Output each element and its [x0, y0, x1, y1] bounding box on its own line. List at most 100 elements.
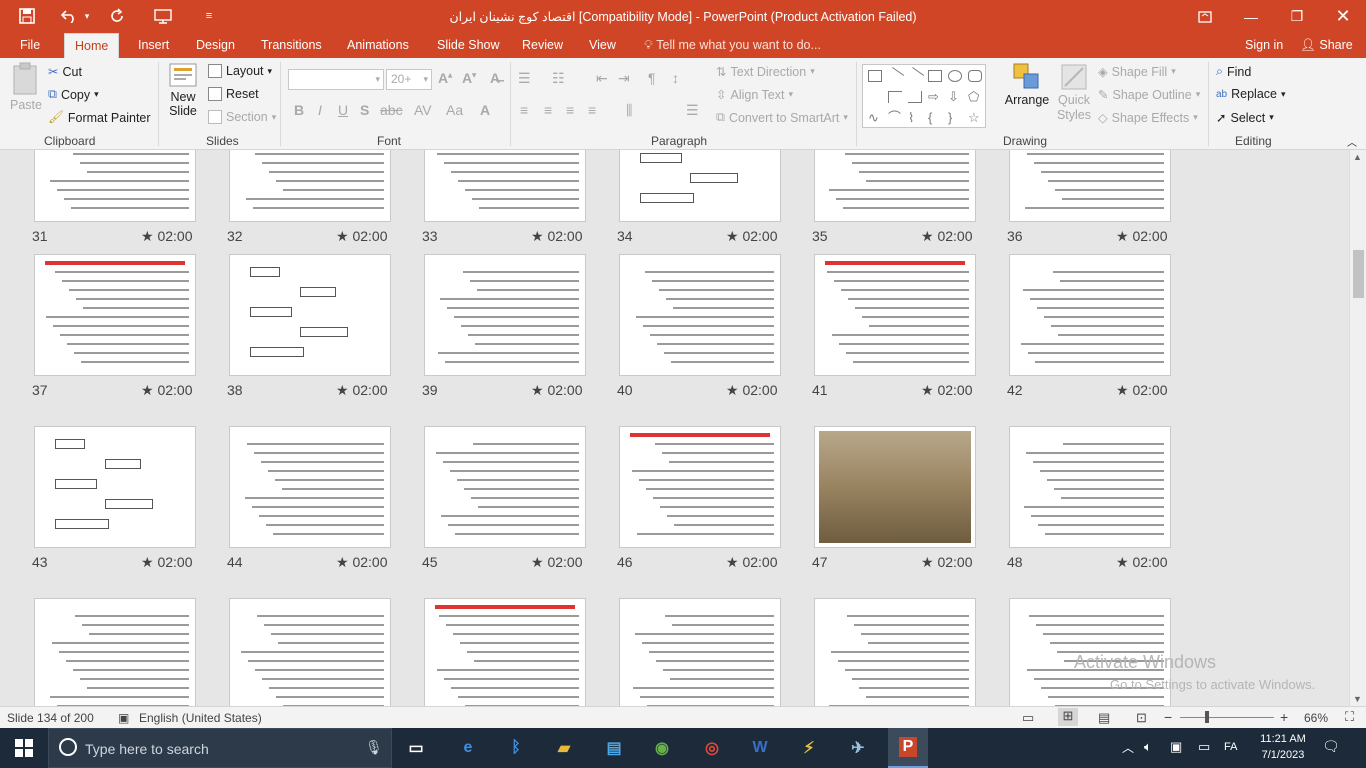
transition-star-icon[interactable]: ★: [531, 228, 547, 244]
shape-fill-button[interactable]: ◈ Shape Fill ▾: [1098, 64, 1176, 80]
zoom-slider[interactable]: [1180, 717, 1274, 718]
line-shape[interactable]: [885, 67, 905, 85]
increase-font-icon[interactable]: A▴: [438, 70, 452, 86]
word-icon[interactable]: W: [748, 736, 772, 760]
transition-star-icon[interactable]: ★: [1116, 228, 1132, 244]
arrange-button[interactable]: Arrange: [1004, 62, 1050, 107]
reading-view-icon[interactable]: ▤: [1098, 710, 1110, 726]
slide-thumbnail[interactable]: [229, 254, 391, 376]
elbow-arrow-shape[interactable]: [908, 91, 922, 103]
rtl-icon[interactable]: ¶: [648, 70, 656, 86]
transition-star-icon[interactable]: ★: [141, 554, 157, 570]
tab-transitions[interactable]: Transitions: [261, 33, 322, 58]
bold-icon[interactable]: B: [294, 102, 304, 118]
slide-thumbnail[interactable]: [34, 598, 196, 706]
text-direction-button[interactable]: ⇅ Text Direction ▾: [716, 64, 815, 80]
right-arrow-shape[interactable]: ⇨: [928, 90, 942, 103]
tab-design[interactable]: Design: [196, 33, 235, 58]
new-slide-button[interactable]: New Slide: [164, 62, 202, 118]
shapes-gallery[interactable]: ⇨ ⇩ ⬠ ∿ ⌒ ⌇ { } ☆: [862, 64, 986, 128]
restore-button[interactable]: ❐: [1274, 0, 1320, 33]
clock-time[interactable]: 11:21 AM: [1252, 733, 1314, 745]
transition-star-icon[interactable]: ★: [336, 382, 352, 398]
customize-toolbar-icon[interactable]: ≡: [198, 5, 220, 27]
transition-star-icon[interactable]: ★: [921, 554, 937, 570]
triangle-shape[interactable]: [868, 91, 882, 103]
app-icon-3[interactable]: ✈︎: [846, 736, 870, 760]
tab-file[interactable]: File: [20, 33, 40, 58]
collapse-ribbon-icon[interactable]: ︿: [1347, 134, 1357, 149]
font-color-icon[interactable]: A: [480, 102, 490, 118]
copy-button[interactable]: ⧉ Copy ▾: [48, 87, 99, 102]
slide-thumbnail[interactable]: [1009, 150, 1171, 222]
app-icon-2[interactable]: ⚡︎: [797, 736, 821, 760]
slide-thumbnail[interactable]: [1009, 254, 1171, 376]
redo-icon[interactable]: [106, 5, 128, 27]
change-case-icon[interactable]: Aa: [446, 102, 463, 118]
ribbon-display-icon[interactable]: [1182, 0, 1228, 33]
slide-sorter-view-icon[interactable]: ⊞: [1058, 708, 1078, 726]
minimize-button[interactable]: —: [1228, 0, 1274, 33]
app-icon-1[interactable]: ▤: [602, 736, 626, 760]
transition-star-icon[interactable]: ★: [336, 228, 352, 244]
fit-to-window-icon[interactable]: ⛶: [1345, 709, 1354, 725]
slide-thumbnail[interactable]: [814, 150, 976, 222]
justify-icon[interactable]: ≡: [588, 102, 596, 118]
transition-star-icon[interactable]: ★: [531, 554, 547, 570]
text-box-shape[interactable]: [868, 70, 882, 82]
network-icon[interactable]: ▣: [1170, 739, 1182, 755]
edge-icon[interactable]: e: [456, 736, 480, 760]
globe-icon[interactable]: ◉: [650, 736, 674, 760]
zoom-out-icon[interactable]: −: [1164, 709, 1172, 725]
windows-start-icon[interactable]: [12, 736, 36, 760]
file-explorer-icon[interactable]: ▰: [552, 736, 576, 760]
slide-thumbnail[interactable]: [619, 426, 781, 548]
star-shape[interactable]: ☆: [968, 111, 982, 124]
transition-star-icon[interactable]: ★: [921, 228, 937, 244]
slide-thumbnail[interactable]: [229, 598, 391, 706]
elbow-connector-shape[interactable]: [888, 91, 902, 103]
find-button[interactable]: ⌕ Find: [1216, 64, 1251, 79]
battery-icon[interactable]: ▭: [1198, 739, 1210, 755]
shape-outline-button[interactable]: ✎ Shape Outline ▾: [1098, 87, 1200, 103]
character-spacing-icon[interactable]: AV: [414, 102, 432, 118]
tab-review[interactable]: Review: [522, 33, 563, 58]
share-button[interactable]: 👤︎ Share: [1300, 33, 1353, 58]
align-right-icon[interactable]: ≡: [566, 102, 574, 118]
notifications-icon[interactable]: 🗨︎: [1322, 738, 1340, 755]
tell-me-box[interactable]: 💡︎ Tell me what you want to do...: [644, 33, 821, 58]
transition-star-icon[interactable]: ★: [726, 382, 742, 398]
vertical-scrollbar[interactable]: ▲ ▼: [1349, 150, 1366, 706]
replace-button[interactable]: ab Replace ▾: [1216, 87, 1286, 101]
tab-slide-show[interactable]: Slide Show: [437, 33, 500, 58]
slide-thumbnail[interactable]: [814, 426, 976, 548]
section-button[interactable]: Section ▾: [208, 110, 276, 124]
arrow-shape[interactable]: [905, 67, 925, 85]
italic-icon[interactable]: I: [318, 102, 322, 118]
save-icon[interactable]: [16, 5, 38, 27]
line-spacing-icon[interactable]: ↕: [672, 70, 679, 86]
clear-formatting-icon[interactable]: A̶: [490, 70, 500, 86]
shape-effects-button[interactable]: ◇ Shape Effects ▾: [1098, 110, 1198, 126]
slide-thumbnail[interactable]: [424, 426, 586, 548]
arc-shape[interactable]: ⌒: [888, 111, 902, 124]
underline-icon[interactable]: U: [338, 102, 348, 118]
align-center-icon[interactable]: ≡: [544, 102, 552, 118]
powerpoint-taskbar-icon[interactable]: P: [888, 728, 928, 768]
spell-check-icon[interactable]: ▣: [118, 711, 129, 725]
oval-shape[interactable]: [948, 70, 962, 82]
slide-thumbnail[interactable]: [619, 598, 781, 706]
select-button[interactable]: ➚ Select ▾: [1216, 110, 1274, 126]
slide-thumbnail[interactable]: [424, 598, 586, 706]
cut-button[interactable]: ✂ Cut: [48, 64, 82, 80]
zoom-level[interactable]: 66%: [1304, 711, 1328, 725]
slide-thumbnail[interactable]: [619, 254, 781, 376]
slide-thumbnail[interactable]: [34, 254, 196, 376]
tab-home[interactable]: Home: [64, 33, 120, 58]
sign-in-link[interactable]: Sign in: [1245, 33, 1283, 58]
input-language[interactable]: FA: [1224, 741, 1237, 753]
callout-shape[interactable]: ⬠: [968, 90, 982, 103]
task-view-icon[interactable]: ▭: [404, 736, 428, 760]
transition-star-icon[interactable]: ★: [921, 382, 937, 398]
decrease-font-icon[interactable]: A▾: [462, 70, 476, 86]
